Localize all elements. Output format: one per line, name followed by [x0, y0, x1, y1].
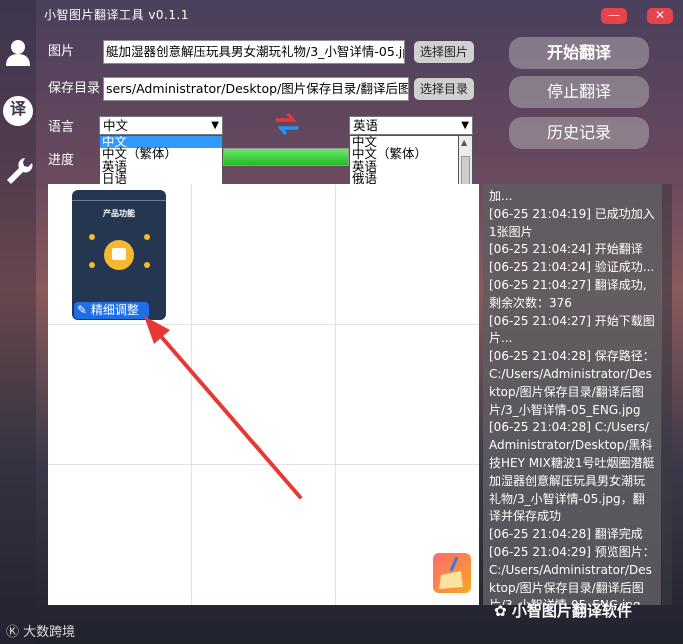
log-line: [06-25 21:04:28] 保存路径：C:/Users/Administr… — [489, 349, 655, 417]
watermark-left: Ⓚ 大数跨境 — [6, 621, 75, 640]
wechat-icon: ✿ — [494, 602, 507, 620]
app-title: 小智图片翻译工具 v0.1.1 — [44, 8, 189, 22]
clear-icon[interactable] — [433, 553, 471, 593]
chevron-down-icon: ▼ — [461, 120, 469, 131]
thumbnail-center-icon — [104, 240, 134, 270]
log-panel: 加... [06-25 21:04:19] 已成功加入1张图片 [06-25 21:… — [483, 184, 661, 605]
source-language-dropdown[interactable]: 中文 中文（繁体） 英语 日语 — [99, 135, 223, 185]
log-line: [06-25 21:04:28] 翻译完成 — [489, 527, 643, 542]
image-thumbnail[interactable]: 产品功能 ✎ 精细调整 — [72, 190, 166, 320]
sidebar: 译 — [0, 0, 36, 644]
target-language-select[interactable]: 英语 ▼ — [349, 116, 473, 135]
target-language-value: 英语 — [353, 118, 379, 133]
save-dir-field[interactable]: sers/Administrator/Desktop/图片保存目录/翻译后图片 — [103, 77, 409, 101]
log-line: [06-25 21:04:24] 验证成功... — [489, 260, 655, 275]
logo-icon: Ⓚ — [6, 625, 20, 640]
pencil-icon: ✎ — [77, 303, 88, 317]
image-path-field[interactable]: 艇加湿器创意解压玩具男女潮玩礼物/3_小智详情-05.jpg — [103, 40, 405, 64]
close-button[interactable]: ✕ — [647, 8, 673, 24]
log-line: [06-25 21:04:27] 开始下载图片... — [489, 313, 655, 346]
progress-bar — [223, 148, 349, 166]
log-scrollbar[interactable] — [662, 184, 672, 605]
pick-image-button[interactable]: 选择图片 — [414, 41, 474, 63]
minimize-button[interactable]: — — [601, 8, 627, 24]
log-line: [06-25 21:04:24] 开始翻译 — [489, 242, 643, 257]
stop-translate-button[interactable]: 停止翻译 — [509, 76, 649, 108]
history-button[interactable]: 历史记录 — [509, 117, 649, 149]
annotation-arrow — [144, 316, 302, 499]
log-line: [06-25 21:04:19] 已成功加入1张图片 — [489, 206, 655, 239]
progress-label: 进度 — [48, 153, 75, 168]
pick-dir-button[interactable]: 选择目录 — [414, 78, 474, 100]
swap-language-icon[interactable] — [274, 112, 300, 136]
translate-icon[interactable]: 译 — [3, 96, 33, 126]
wrench-icon[interactable] — [5, 156, 33, 184]
watermark-right: ✿ 小智图片翻译软件 — [494, 600, 632, 621]
log-line: 加... — [489, 189, 513, 203]
chevron-down-icon: ▼ — [211, 120, 219, 131]
start-translate-button[interactable]: 开始翻译 — [509, 37, 649, 69]
image-label: 图片 — [48, 44, 75, 59]
source-language-value: 中文 — [103, 118, 129, 133]
language-label: 语言 — [48, 120, 75, 135]
thumbnail-heading: 产品功能 — [103, 209, 135, 218]
log-line: [06-25 21:04:27] 翻译成功,剩余次数：376 — [489, 277, 647, 310]
watermark-right-text: 小智图片翻译软件 — [511, 602, 632, 620]
save-dir-label: 保存目录 — [48, 81, 101, 96]
user-icon[interactable] — [5, 38, 31, 66]
watermark-left-text: 大数跨境 — [23, 625, 76, 640]
log-line: [06-25 21:04:29] 预览图片：C:/Users/Administr… — [489, 544, 655, 605]
source-language-select[interactable]: 中文 ▼ — [99, 116, 223, 135]
log-line: [06-25 21:04:28] C:/Users/Administrator/… — [489, 420, 655, 524]
